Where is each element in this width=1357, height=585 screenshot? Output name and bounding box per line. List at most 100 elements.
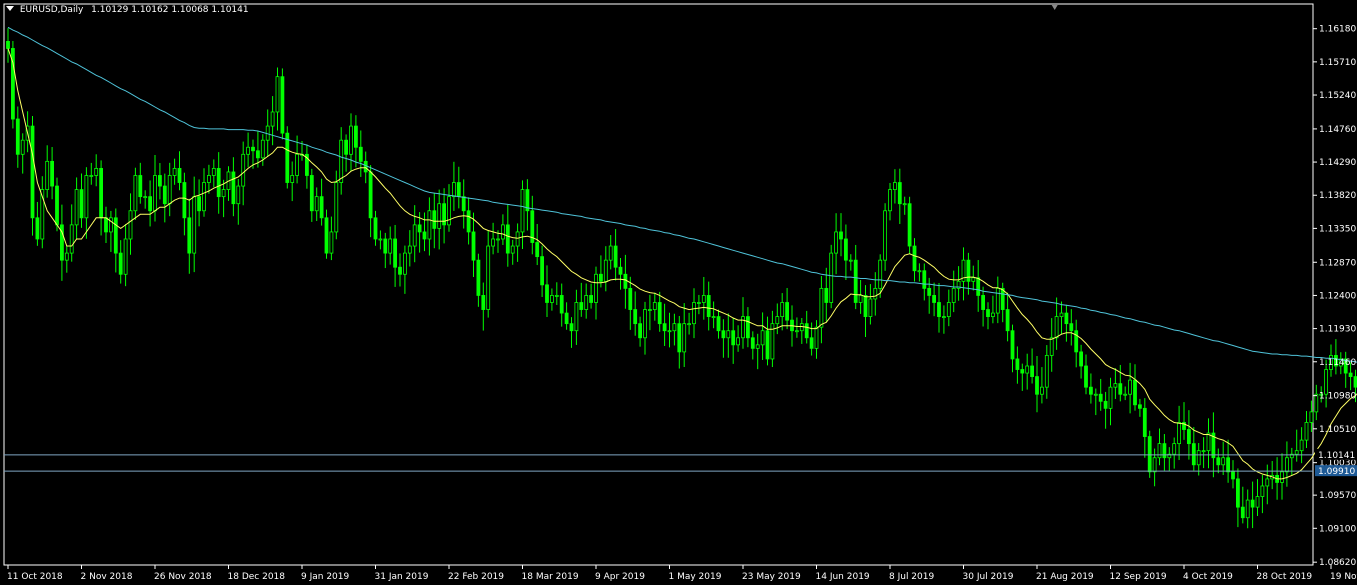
bull-candle xyxy=(550,295,554,303)
bull-candle xyxy=(888,189,892,212)
bear-candle xyxy=(785,302,789,321)
bull-candle xyxy=(1294,450,1299,455)
bull-candle xyxy=(883,210,887,261)
bear-candle xyxy=(633,309,638,325)
bull-candle xyxy=(20,139,25,155)
bull-candle xyxy=(1157,443,1162,459)
bull-candle xyxy=(687,323,691,326)
bull-candle xyxy=(726,330,731,339)
bear-candle xyxy=(1005,309,1010,332)
bull-candle xyxy=(64,252,69,261)
x-tick-label: 21 Aug 2019 xyxy=(1036,572,1094,582)
bull-candle xyxy=(329,231,334,254)
bull-candle xyxy=(736,337,740,346)
bull-candle xyxy=(1324,369,1328,395)
plot-frame xyxy=(3,3,1314,566)
bull-candle xyxy=(584,295,589,310)
bull-candle xyxy=(814,326,819,349)
bull-candle xyxy=(1255,496,1260,508)
bull-candle xyxy=(1285,457,1289,473)
bull-candle xyxy=(246,146,251,155)
bear-candle xyxy=(461,196,466,212)
y-tick-label: 1.13350 xyxy=(1319,224,1356,234)
bull-candle xyxy=(520,189,525,233)
bear-candle xyxy=(1084,365,1088,388)
bear-candle xyxy=(324,217,329,254)
bear-candle xyxy=(113,217,118,254)
bear-candle xyxy=(1020,369,1025,374)
bull-candle xyxy=(697,302,701,304)
bull-candle xyxy=(971,277,976,282)
x-tick-label: 26 Nov 2018 xyxy=(154,572,212,582)
symbol-label: EURUSD,Daily xyxy=(19,5,84,15)
x-tick-label: 9 Jan 2019 xyxy=(301,572,349,582)
x-tick-label: 1 May 2019 xyxy=(669,572,722,582)
bear-candle xyxy=(804,323,809,339)
bear-candle xyxy=(1231,471,1235,480)
bull-candle xyxy=(407,245,412,254)
bull-candle xyxy=(1314,393,1319,413)
bear-candle xyxy=(1250,499,1255,508)
bull-candle xyxy=(295,153,300,176)
y-tick-label: 1.15240 xyxy=(1319,91,1356,101)
bear-candle xyxy=(579,302,584,310)
bear-candle xyxy=(716,316,721,332)
bear-candle xyxy=(628,287,633,310)
bear-candle xyxy=(1089,386,1093,395)
bear-candle xyxy=(505,224,510,254)
bear-candle xyxy=(466,210,471,233)
bear-candle xyxy=(589,295,593,303)
bull-candle xyxy=(486,245,491,310)
bear-candle xyxy=(1118,383,1123,395)
bull-candle xyxy=(775,316,780,325)
bull-candle xyxy=(388,238,393,254)
bull-candle xyxy=(1025,365,1030,374)
price-chart[interactable]: 1.16180 1.15710 1.15240 1.14760 1.14290 1.138… xyxy=(0,0,1357,585)
bull-candle xyxy=(858,295,863,303)
bull-candle xyxy=(648,309,652,311)
bull-candle xyxy=(1304,422,1309,441)
y-tick-label: 1.14290 xyxy=(1319,158,1356,168)
bull-candle xyxy=(755,344,760,349)
y-tick-label: 1.12870 xyxy=(1319,258,1356,268)
chart-shift-marker-icon[interactable] xyxy=(1051,5,1058,10)
bear-candle xyxy=(383,238,388,254)
bear-candle xyxy=(187,217,192,254)
bull-candle xyxy=(241,153,246,187)
bear-candle xyxy=(662,323,667,332)
chart-window[interactable]: 1.16180 1.15710 1.15240 1.14760 1.14290 1.138… xyxy=(0,0,1357,585)
bull-candle xyxy=(995,287,1000,314)
bear-candle xyxy=(907,203,912,247)
bear-candle xyxy=(618,266,623,275)
header-dropdown-icon[interactable] xyxy=(6,6,14,11)
marked-level-tag-label: 1.09910 xyxy=(1318,467,1355,477)
bull-candle xyxy=(172,168,177,176)
bear-candle xyxy=(1348,372,1353,377)
y-tick-label: 1.11460 xyxy=(1319,358,1356,368)
y-tick-label: 1.14760 xyxy=(1319,125,1356,135)
bull-candle xyxy=(711,316,716,319)
x-tick-label: 28 Oct 2019 xyxy=(1257,572,1313,582)
bear-candle xyxy=(1069,323,1074,332)
bear-candle xyxy=(138,175,143,198)
y-tick-label: 1.11930 xyxy=(1319,325,1356,335)
bear-candle xyxy=(966,259,971,282)
bull-candle xyxy=(491,238,496,247)
bull-candle xyxy=(290,175,295,183)
bull-candle xyxy=(878,259,883,289)
x-tick-label: 8 Jul 2019 xyxy=(889,572,934,582)
bull-candle xyxy=(427,210,432,240)
bull-candle xyxy=(221,189,226,198)
bear-candle xyxy=(363,160,368,173)
bear-candle xyxy=(1064,312,1069,325)
x-tick-label: 9 Apr 2019 xyxy=(595,572,645,582)
bear-candle xyxy=(1191,443,1196,466)
bull-candle xyxy=(795,330,799,333)
bull-candle xyxy=(515,231,520,247)
bull-candle xyxy=(314,196,319,212)
x-tick-label: 11 Oct 2018 xyxy=(7,572,63,582)
bear-candle xyxy=(177,168,182,183)
bull-candle xyxy=(45,160,50,190)
bull-candle xyxy=(334,182,339,233)
bear-candle xyxy=(564,312,569,325)
